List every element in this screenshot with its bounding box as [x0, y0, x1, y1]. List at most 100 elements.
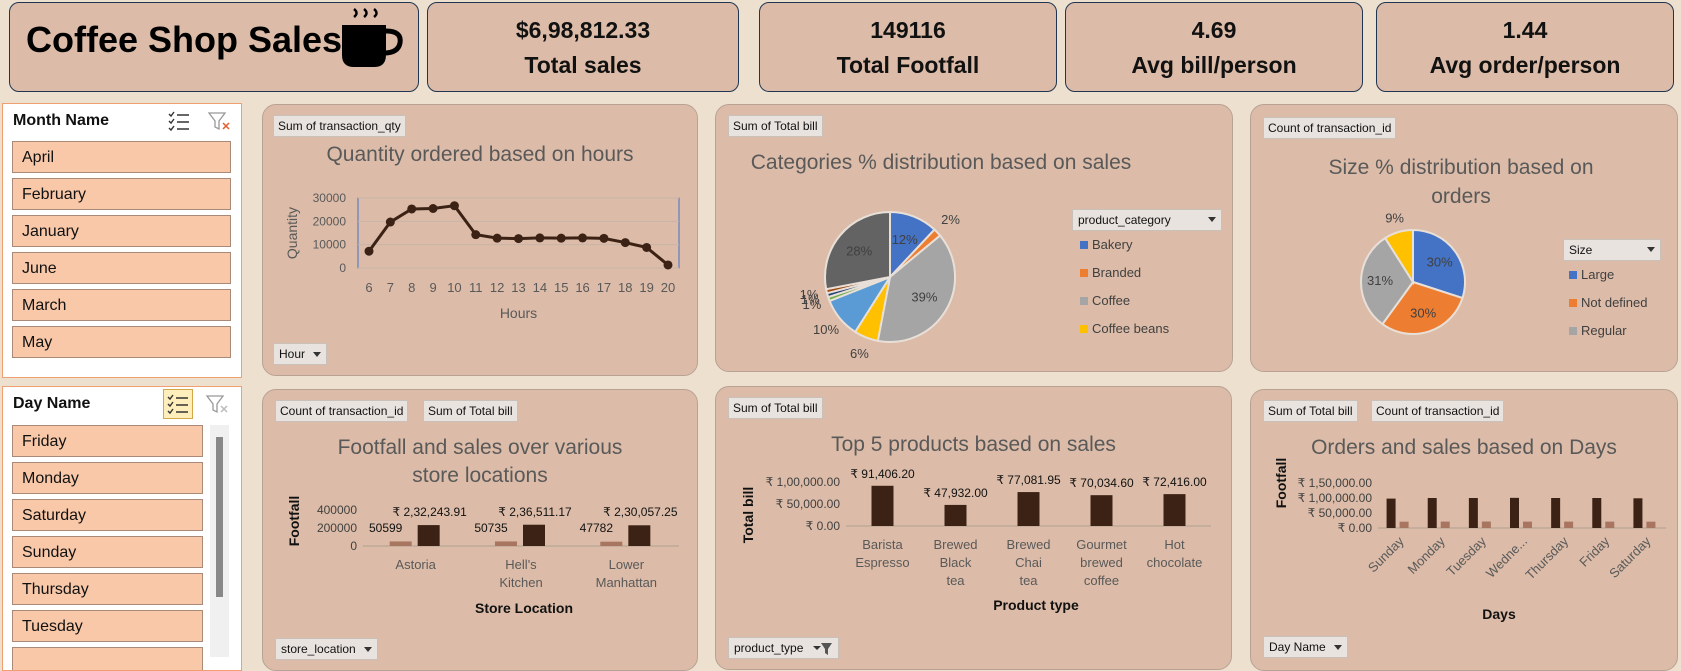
data-label: 2% [941, 212, 960, 227]
scrollbar-thumb[interactable] [216, 437, 223, 597]
kpi-label: Total Footfall [836, 52, 980, 78]
slicer-title: Month Name [13, 112, 109, 129]
legend-item: Not defined [1569, 295, 1648, 310]
x-tick-label: Manhattan [596, 575, 657, 590]
x-tick-label: 20 [661, 280, 675, 295]
bar-sales [628, 525, 651, 546]
chevron-down-icon [363, 647, 372, 653]
bar-sales [1551, 498, 1561, 528]
legend-dropdown[interactable]: Size [1563, 239, 1661, 261]
x-tick-label: Friday [1576, 533, 1612, 569]
multi-select-icon[interactable] [167, 110, 191, 132]
data-point [642, 242, 652, 252]
bar-sales [1633, 498, 1643, 528]
x-tick-label: 17 [597, 280, 611, 295]
slicer-item-thursday[interactable]: Thursday [12, 573, 203, 605]
legend-item: Coffee beans [1080, 321, 1169, 336]
x-tick-label: Sunday [1365, 533, 1407, 575]
kpi-total-footfall: 149116 Total Footfall [759, 2, 1057, 92]
bar-sales [1468, 498, 1478, 528]
hours-chart-card: Sum of transaction_qty Quantity ordered … [262, 104, 698, 376]
data-point [514, 234, 523, 244]
y-axis-title: Total bill [740, 487, 756, 544]
legend-item: Regular [1569, 323, 1627, 338]
slicer-item-april[interactable]: April [12, 141, 231, 173]
x-tick-label: Barista [862, 537, 903, 552]
kpi-label: Avg bill/person [1131, 52, 1297, 78]
plot-area [357, 197, 680, 269]
bar-sales [1386, 498, 1396, 528]
data-label: 30% [1427, 255, 1453, 270]
bar-orders [1399, 521, 1409, 528]
bar-sales [1427, 498, 1437, 528]
kpi-value: 149116 [870, 17, 946, 43]
data-point [620, 238, 630, 248]
data-point [449, 201, 459, 211]
y-tick-label: 0 [350, 539, 357, 553]
x-tick-label: 10 [447, 280, 461, 295]
data-label: ₹ 2,36,511.17 [498, 505, 572, 519]
legend-dropdown[interactable]: product_category [1072, 209, 1222, 231]
data-label: 6% [850, 346, 869, 361]
slicer-item-january[interactable]: January [12, 215, 231, 247]
x-tick-label: Kitchen [499, 575, 542, 590]
dropdown-label: product_type [734, 641, 804, 655]
kpi-value: 1.44 [1502, 17, 1548, 43]
slicer-item-march[interactable]: March [12, 289, 231, 321]
data-label: 12% [892, 232, 918, 247]
x-tick-label: brewed [1080, 555, 1123, 570]
bar [1163, 494, 1186, 526]
kpi-value: $6,98,812.33 [515, 17, 651, 43]
slicer-scrollbar[interactable] [210, 425, 229, 657]
clear-filter-icon[interactable] [207, 110, 231, 132]
size-pie-card: Count of transaction_id Size % distribut… [1250, 104, 1678, 372]
product-type-dropdown[interactable]: product_type [728, 637, 839, 659]
y-tick-label: ₹ 1,50,000.00 [1298, 476, 1373, 490]
y-axis-title: Footfall [286, 496, 302, 547]
kpi-value: 4.69 [1191, 17, 1237, 43]
bar [1017, 492, 1040, 526]
slicer-item-saturday[interactable]: Saturday [12, 499, 203, 531]
bar-sales [523, 524, 545, 546]
data-label: 10% [813, 322, 839, 337]
data-label: ₹ 91,406.20 [850, 467, 915, 481]
data-label: 47782 [580, 521, 614, 535]
x-axis-title: Store Location [475, 600, 573, 616]
day-slicer: Day Name Friday Monday Saturday Sunday T… [2, 386, 242, 671]
store-axis-dropdown[interactable]: store_location [275, 638, 378, 660]
x-tick-label: Astoria [395, 557, 436, 572]
data-label: ₹ 47,932.00 [923, 486, 988, 500]
slicer-item-may[interactable]: May [12, 326, 231, 358]
hour-axis-dropdown[interactable]: Hour [273, 343, 328, 365]
bar-footfall [495, 541, 517, 546]
multi-select-icon [167, 394, 188, 415]
data-label: ₹ 2,30,057.25 [603, 505, 678, 519]
chevron-down-icon [1333, 645, 1342, 651]
multi-select-toggle[interactable] [163, 389, 193, 419]
x-tick-label: Monday [1405, 533, 1449, 577]
bar-orders [1646, 521, 1656, 528]
slicer-item-june[interactable]: June [12, 252, 231, 284]
data-point [471, 230, 481, 240]
bar-orders [1440, 521, 1450, 528]
dropdown-label: Size [1569, 243, 1593, 257]
slicer-item-tuesday[interactable]: Tuesday [12, 610, 203, 642]
day-axis-dropdown[interactable]: Day Name [1263, 636, 1348, 658]
chevron-down-icon [313, 352, 322, 358]
slicer-title: Day Name [13, 395, 91, 412]
slicer-item-friday[interactable]: Friday [12, 425, 203, 457]
bar-sales [1592, 498, 1602, 528]
slicer-item-partial[interactable] [12, 647, 203, 670]
slicer-item-february[interactable]: February [12, 178, 231, 210]
slicer-item-sunday[interactable]: Sunday [12, 536, 203, 568]
bar-sales [1510, 497, 1519, 528]
clear-filter-icon[interactable] [205, 393, 229, 415]
products-bar-chart: ₹ 0.00 ₹ 50,000.00 ₹ 1,00,000.00 ₹ 91,406.2… [740, 467, 1211, 613]
slicer-item-monday[interactable]: Monday [12, 462, 203, 494]
x-tick-label: 11 [469, 280, 483, 295]
x-tick-label: Espresso [855, 555, 909, 570]
kpi-label: Avg order/person [1429, 52, 1621, 78]
data-label: 50599 [369, 521, 403, 535]
kpi-avg-order: 1.44 Avg order/person [1376, 2, 1674, 92]
y-tick-label: ₹ 0.00 [806, 519, 841, 533]
